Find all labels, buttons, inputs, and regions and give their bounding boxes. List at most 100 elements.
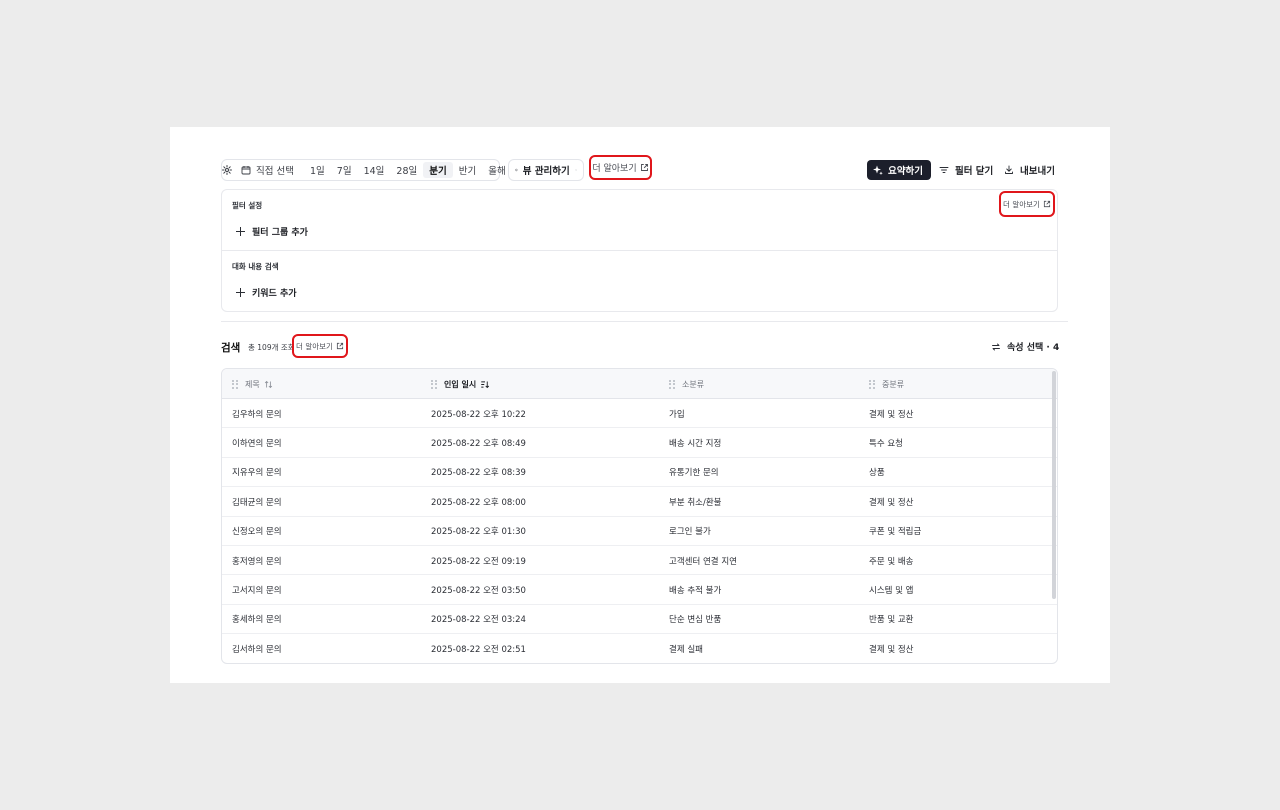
column-title-label: 제목 xyxy=(245,379,260,389)
cell-datetime: 2025-08-22 오후 08:49 xyxy=(431,438,526,449)
drag-handle-icon[interactable] xyxy=(431,379,437,389)
column-header-subcategory[interactable]: 소분류 xyxy=(669,369,704,399)
report-card: 직접 선택 1일 7일 14일 28일 분기 반기 올해 뷰 관리하기 더 알아… xyxy=(170,127,1110,683)
cell-subcategory: 단순 변심 반품 xyxy=(669,615,722,626)
period-7d[interactable]: 7일 xyxy=(331,160,358,180)
cell-title: 김서하의 문의 xyxy=(232,644,282,655)
search-learn-more-label: 더 알아보기 xyxy=(296,341,333,351)
results-table: 제목 인입 일시 소분류 중분류 김우하의 문의 2025-08-22 오후 1… xyxy=(221,368,1058,664)
cell-subcategory: 배송 시간 지정 xyxy=(669,438,722,449)
settings-button[interactable] xyxy=(222,160,232,180)
sort-descending-icon[interactable] xyxy=(480,380,490,389)
external-link-icon xyxy=(1043,200,1051,208)
cell-subcategory: 결제 실패 xyxy=(669,644,703,655)
divider xyxy=(221,321,1068,322)
drag-handle-icon[interactable] xyxy=(869,379,875,389)
attribute-select-button[interactable]: 속성 선택 · 4 xyxy=(991,340,1059,353)
table-row[interactable]: 이하연의 문의 2025-08-22 오후 08:49 배송 시간 지정 특수 … xyxy=(222,428,1057,458)
toolbar-learn-more-link[interactable]: 더 알아보기 xyxy=(592,161,648,174)
table-header: 제목 인입 일시 소분류 중분류 xyxy=(222,369,1057,399)
cell-category: 결제 및 정산 xyxy=(869,409,914,420)
filter-learn-more-link[interactable]: 더 알아보기 xyxy=(1003,199,1051,210)
cell-datetime: 2025-08-22 오후 08:39 xyxy=(431,468,526,479)
cell-datetime: 2025-08-22 오후 01:30 xyxy=(431,527,526,538)
filter-settings-title: 필터 설정 xyxy=(232,201,263,210)
close-filter-button[interactable]: 필터 닫기 xyxy=(939,160,993,180)
view-manage-label: 뷰 관리하기 xyxy=(522,166,570,177)
period-quarter[interactable]: 분기 xyxy=(423,162,453,178)
cell-title: 이하연의 문의 xyxy=(232,438,282,449)
search-title: 검색 xyxy=(221,342,241,354)
toolbar: 직접 선택 1일 7일 14일 28일 분기 반기 올해 뷰 관리하기 더 알아… xyxy=(221,155,1058,181)
cell-subcategory: 고객센터 연결 지연 xyxy=(669,556,737,567)
export-button[interactable]: 내보내기 xyxy=(1004,160,1055,180)
search-learn-more-link[interactable]: 더 알아보기 xyxy=(296,341,344,352)
sparkle-icon xyxy=(873,165,883,175)
cell-category: 시스템 및 앱 xyxy=(869,585,914,596)
plus-icon xyxy=(236,288,245,297)
cell-subcategory: 배송 추적 불가 xyxy=(669,585,722,596)
cell-datetime: 2025-08-22 오전 03:24 xyxy=(431,615,526,626)
cell-datetime: 2025-08-22 오전 02:51 xyxy=(431,644,526,655)
cell-title: 홍저영의 문의 xyxy=(232,556,282,567)
calendar-icon xyxy=(241,166,251,175)
table-row[interactable]: 신정오의 문의 2025-08-22 오후 01:30 로그인 불가 쿠폰 및 … xyxy=(222,517,1057,546)
column-header-category[interactable]: 중분류 xyxy=(869,369,904,399)
cell-title: 김태균의 문의 xyxy=(232,497,282,508)
drag-handle-icon[interactable] xyxy=(232,379,238,389)
summarize-button[interactable]: 요약하기 xyxy=(867,160,931,180)
column-subcategory-label: 소분류 xyxy=(682,379,705,389)
close-filter-label: 필터 닫기 xyxy=(955,166,994,177)
cell-datetime: 2025-08-22 오전 03:50 xyxy=(431,585,526,596)
filter-learn-more-highlight: 더 알아보기 xyxy=(999,191,1055,217)
cell-category: 주문 및 배송 xyxy=(869,556,914,567)
period-half[interactable]: 반기 xyxy=(453,160,482,180)
gear-icon xyxy=(222,165,232,175)
table-row[interactable]: 김서하의 문의 2025-08-22 오전 02:51 결제 실패 결제 및 정… xyxy=(222,634,1057,663)
add-filter-group-label: 필터 그룹 추가 xyxy=(252,228,308,238)
table-row[interactable]: 지유우의 문의 2025-08-22 오후 08:39 유통기한 문의 상품 xyxy=(222,458,1057,488)
drag-handle-icon[interactable] xyxy=(669,379,675,389)
column-header-title[interactable]: 제목 xyxy=(232,369,273,399)
column-datetime-label: 인입 일시 xyxy=(444,379,477,389)
table-row[interactable]: 고서지의 문의 2025-08-22 오전 03:50 배송 추적 불가 시스템… xyxy=(222,575,1057,605)
date-range-group: 직접 선택 1일 7일 14일 28일 분기 반기 올해 xyxy=(221,159,506,181)
period-28d[interactable]: 28일 xyxy=(390,160,423,180)
external-link-icon xyxy=(640,164,648,171)
cell-title: 김우하의 문의 xyxy=(232,409,282,420)
table-row[interactable]: 홍저영의 문의 2025-08-22 오전 09:19 고객센터 연결 지연 주… xyxy=(222,546,1057,576)
filter-panel: 필터 설정 더 알아보기 필터 그룹 추가 대화 내용 검색 키워드 추가 xyxy=(221,189,1058,312)
table-row[interactable]: 김우하의 문의 2025-08-22 오후 10:22 가입 결제 및 정산 xyxy=(222,399,1057,429)
period-1d[interactable]: 1일 xyxy=(304,160,331,180)
view-manage-button[interactable]: 뷰 관리하기 xyxy=(508,159,584,181)
period-tabs: 1일 7일 14일 28일 분기 반기 올해 xyxy=(302,160,512,180)
cell-category: 특수 요청 xyxy=(869,438,903,449)
sort-icon[interactable] xyxy=(264,380,273,389)
period-14d[interactable]: 14일 xyxy=(358,160,391,180)
toolbar-learn-more-label: 더 알아보기 xyxy=(592,164,637,174)
cell-title: 고서지의 문의 xyxy=(232,585,282,596)
filter-learn-more-label: 더 알아보기 xyxy=(1003,199,1040,209)
cell-datetime: 2025-08-22 오전 09:19 xyxy=(431,556,526,567)
plus-icon xyxy=(236,227,245,236)
table-row[interactable]: 김태균의 문의 2025-08-22 오후 08:00 부분 취소/환불 결제 … xyxy=(222,487,1057,517)
cell-subcategory: 부분 취소/환불 xyxy=(669,497,722,508)
column-header-datetime[interactable]: 인입 일시 xyxy=(431,369,490,399)
date-select-button[interactable]: 직접 선택 xyxy=(232,160,302,180)
table-row[interactable]: 홍세하의 문의 2025-08-22 오전 03:24 단순 변심 반품 반품 … xyxy=(222,605,1057,635)
add-keyword-button[interactable]: 키워드 추가 xyxy=(236,286,297,299)
divider xyxy=(222,250,1057,251)
search-result-count: 총 109개 조회 xyxy=(248,343,295,352)
toolbar-learn-more-highlight: 더 알아보기 xyxy=(589,155,652,180)
swap-icon xyxy=(992,343,1000,350)
add-filter-group-button[interactable]: 필터 그룹 추가 xyxy=(236,225,308,238)
cell-category: 결제 및 정산 xyxy=(869,644,914,655)
summarize-label: 요약하기 xyxy=(888,166,923,177)
chevron-down-icon xyxy=(575,169,577,171)
date-select-label: 직접 선택 xyxy=(256,166,294,177)
cell-title: 지유우의 문의 xyxy=(232,468,282,479)
column-category-label: 중분류 xyxy=(882,379,905,389)
cell-datetime: 2025-08-22 오후 10:22 xyxy=(431,409,526,420)
table-scrollbar[interactable] xyxy=(1052,371,1056,599)
external-link-icon xyxy=(336,342,344,350)
